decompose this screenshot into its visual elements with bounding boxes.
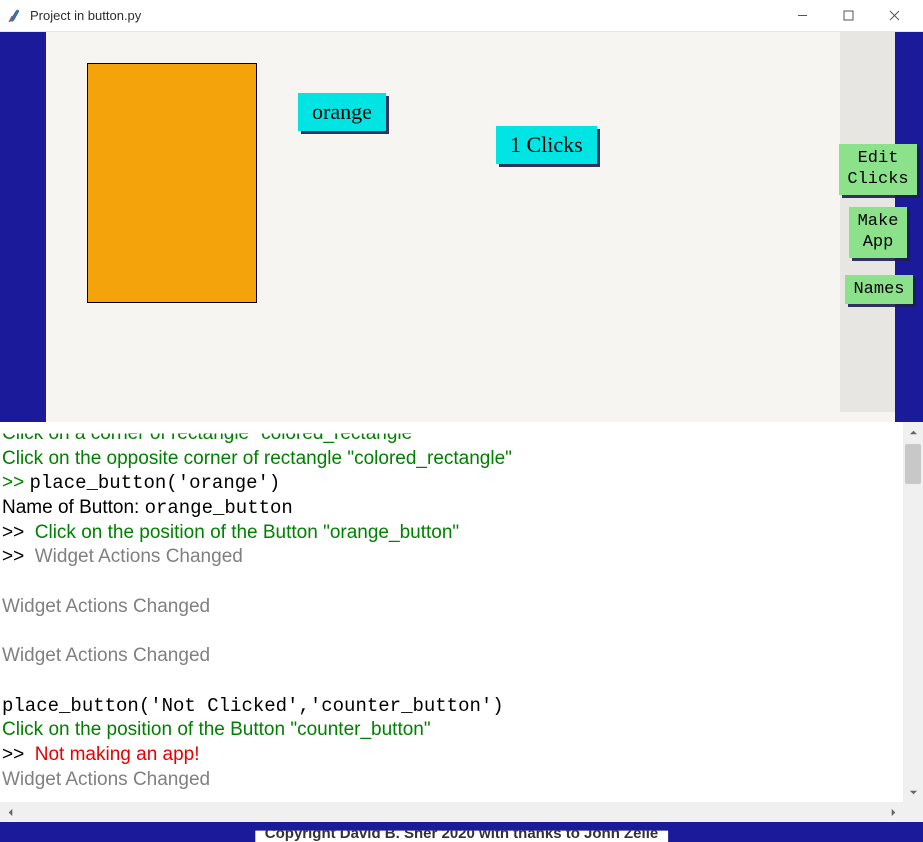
console-segment: Click on the position of the Button "ora… [35,522,459,543]
canvas-inner[interactable]: orange 1 Clicks [46,32,840,412]
console-line: place_button('Not Clicked','counter_butt… [2,694,901,719]
console-segment: place_button('Not Clicked','counter_butt… [2,695,504,717]
console-line [2,570,901,595]
console-line: >> Not making an app! [2,743,901,768]
window-title: Project in button.py [30,8,141,23]
console-segment: Widget Actions Changed [2,596,210,617]
console-segment [2,621,7,642]
console-line: Click on the position of the Button "cou… [2,718,901,743]
scroll-down-button[interactable] [903,782,923,802]
console-segment: Click on a corner of rectangle "colored_… [2,423,419,444]
console-segment: Click on the opposite corner of rectangl… [2,448,512,469]
make-app-button[interactable]: Make App [849,207,907,258]
console-segment: >> [2,522,35,543]
console-line [2,620,901,645]
names-button[interactable]: Names [845,275,913,304]
console-line: >> Widget Actions Changed [2,545,901,570]
counter-button[interactable]: 1 Clicks [496,126,597,164]
console-line: >> place_button('orange') [2,471,901,496]
colored-rectangle[interactable] [87,63,257,303]
console-segment: Widget Actions Changed [2,645,210,666]
console-segment: orange_button [145,497,293,519]
vertical-scrollbar[interactable] [903,422,923,802]
console-segment: Not making an app! [35,744,200,765]
make-app-label: Make App [858,212,899,252]
minimize-button[interactable] [779,0,825,32]
canvas-area: orange 1 Clicks Edit Clicks Make App Nam… [46,32,895,422]
close-button[interactable] [871,0,917,32]
vscroll-thumb[interactable] [905,444,921,484]
console-output[interactable]: Click on a corner of rectangle "colored_… [0,422,903,802]
tk-feather-icon [6,8,22,24]
console-segment: Name of Button: [2,497,145,518]
horizontal-scrollbar[interactable] [0,802,903,822]
names-label: Names [853,280,904,299]
canvas-stage: orange 1 Clicks Edit Clicks Make App Nam… [0,32,923,422]
scroll-right-button[interactable] [883,802,903,822]
console-segment: Click on the position of the Button "cou… [2,719,431,740]
console-segment: >> [2,744,35,765]
console-segment: >> [2,546,35,567]
orange-button[interactable]: orange [298,93,386,131]
maximize-button[interactable] [825,0,871,32]
console-segment: Widget Actions Changed [2,769,210,790]
console-segment [2,670,7,691]
blue-strip-left [0,32,46,422]
edit-clicks-label: Edit Clicks [847,149,908,189]
console-wrap: Click on a corner of rectangle "colored_… [0,422,923,822]
console-segment: Widget Actions Changed [35,546,243,567]
console-line: Widget Actions Changed [2,595,901,620]
console-segment: >> [2,472,29,493]
titlebar: Project in button.py [0,0,923,32]
console-segment [2,571,7,592]
console-line: Name of Button: orange_button [2,496,901,521]
console-line: Click on the opposite corner of rectangl… [2,447,901,472]
console-line: >> Click on the position of the Button "… [2,521,901,546]
console-line: Click on a corner of rectangle "colored_… [2,422,901,447]
console-line [2,669,901,694]
scroll-up-button[interactable] [903,422,923,442]
console-line: Widget Actions Changed [2,768,901,793]
scroll-corner [903,802,923,822]
scroll-left-button[interactable] [0,802,20,822]
console-line: Widget Actions Changed [2,644,901,669]
console-segment: place_button('orange') [29,472,280,494]
edit-clicks-button[interactable]: Edit Clicks [839,144,917,195]
